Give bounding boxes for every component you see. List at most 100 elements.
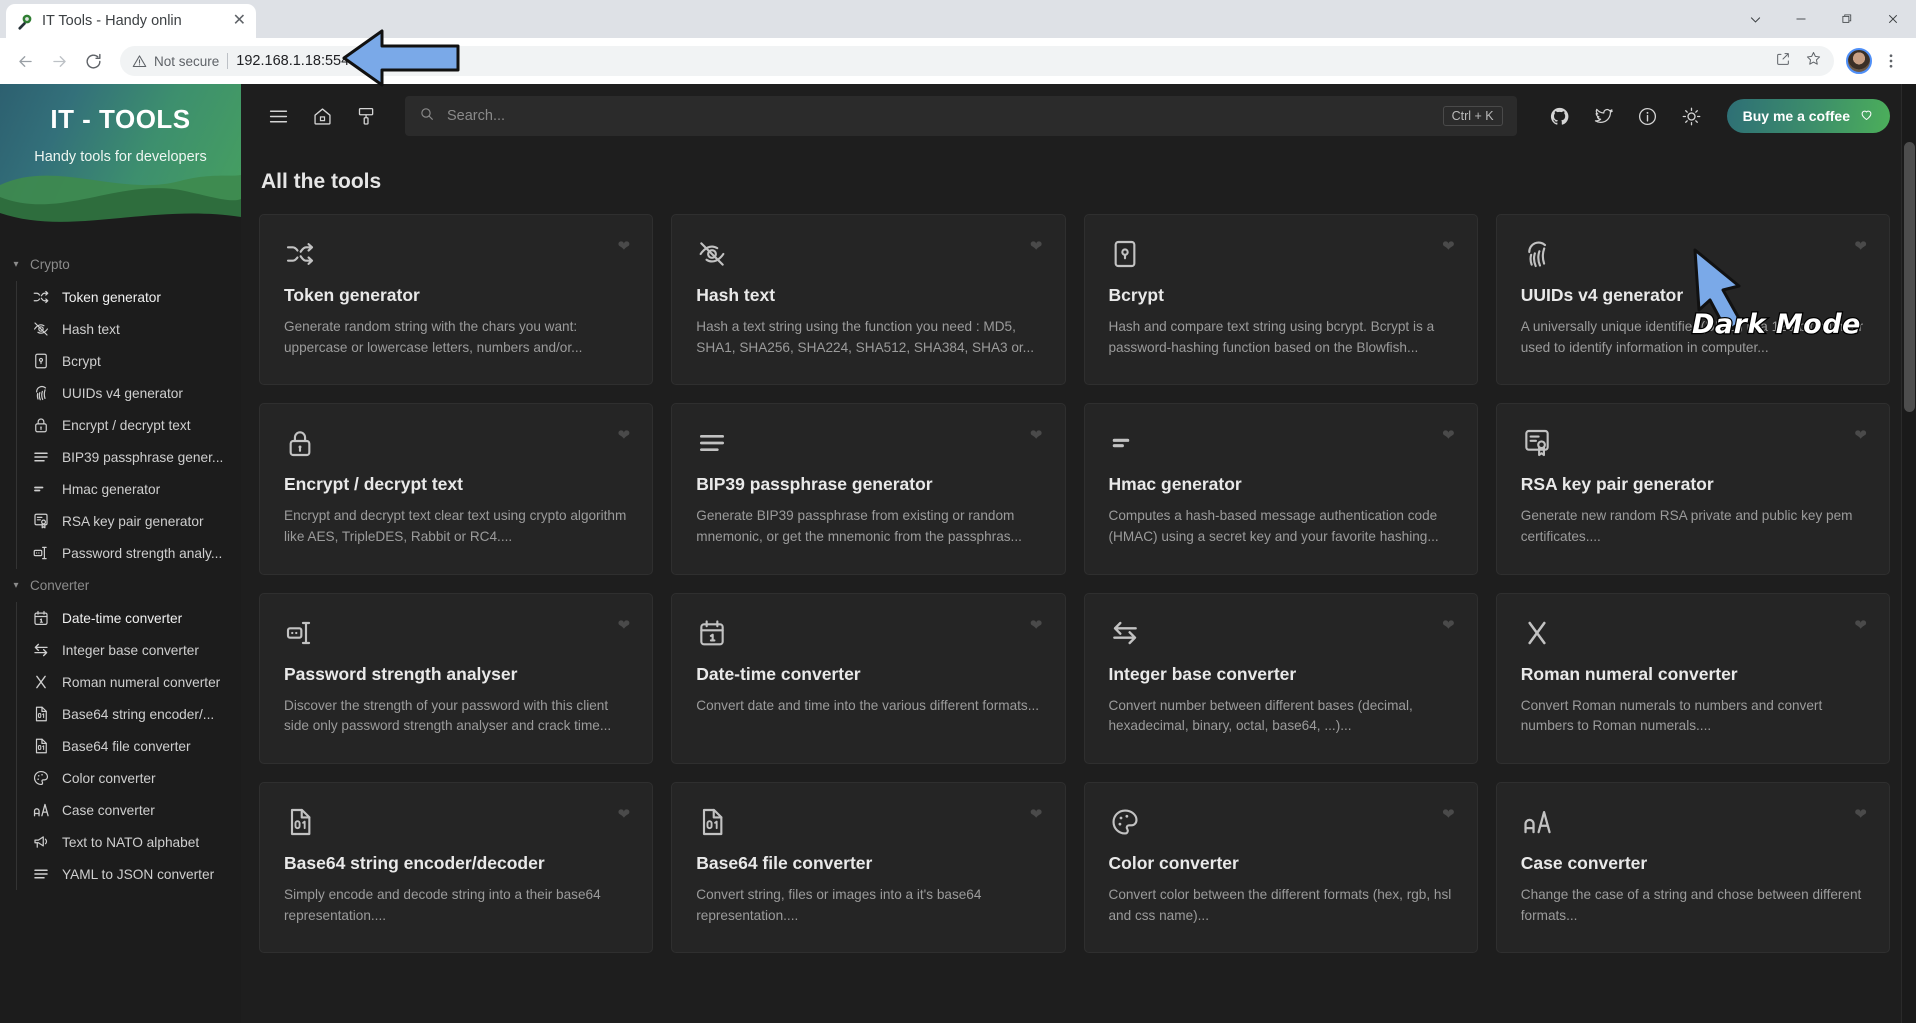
sidebar-item-hash-text[interactable]: Hash text [17,313,241,345]
favorite-heart-icon[interactable]: ❤ [1854,428,1867,443]
search-input[interactable]: Search... Ctrl + K [405,96,1517,136]
password-meter-icon [31,544,50,563]
sun-icon[interactable] [1673,97,1711,135]
tool-card[interactable]: ❤ Hash text Hash a text string using the f… [671,214,1066,386]
address-bar[interactable]: Not secure 192.168.1.18:5545 [120,46,1834,76]
sidebar-item-bip39-passphrase-gener[interactable]: BIP39 passphrase gener... [17,441,241,473]
sidebar-item-token-generator[interactable]: Token generator [17,281,241,313]
tool-card-description: Hash and compare text string using bcryp… [1108,319,1435,355]
tool-card[interactable]: ❤ Token generator Generate random string w… [259,214,654,386]
tool-card[interactable]: ❤ Roman numeral converter Convert Roman nu… [1495,592,1890,764]
sidebar-group-crypto[interactable]: ▾ Crypto [0,248,241,281]
info-icon[interactable] [1629,97,1667,135]
favorite-heart-icon[interactable]: ❤ [618,239,631,254]
tool-card[interactable]: ❤ Hmac generator Computes a hash-based mes… [1083,403,1478,575]
sidebar-item-color-converter[interactable]: Color converter [17,762,241,794]
dark-mode-label: Dark Mode [1691,308,1862,342]
sidebar-group-label: Converter [30,578,90,593]
tool-card[interactable]: ❤ Base64 file converter Convert string, fi… [671,781,1066,954]
reload-button[interactable] [78,46,108,76]
tool-card-title: Hmac generator [1108,474,1242,495]
favorite-heart-icon[interactable]: ❤ [1442,428,1455,443]
star-icon[interactable] [1805,50,1822,72]
hamburger-menu-icon[interactable] [259,97,297,135]
chevron-down-icon: ▾ [13,580,19,591]
close-icon[interactable]: ✕ [233,13,246,29]
sidebar-item-text-to-nato-alphabet[interactable]: Text to NATO alphabet [17,826,241,858]
favorite-heart-icon[interactable]: ❤ [1030,239,1043,254]
favorite-heart-icon[interactable]: ❤ [618,807,631,822]
topbar-icons: Buy me a coffee [1541,97,1890,135]
tool-card-description: Hash a text string using the function yo… [696,319,1035,355]
tool-card[interactable]: ❤ Encrypt / decrypt text Encrypt and decry… [259,403,654,575]
sidebar-item-yaml-to-json-converter[interactable]: YAML to JSON converter [17,858,241,890]
favorite-heart-icon[interactable]: ❤ [1030,807,1043,822]
tool-card[interactable]: ❤ RSA key pair generator Generate new rand… [1495,403,1890,575]
tool-card[interactable]: ❤ UUIDs v4 generator A universally unique … [1495,214,1890,386]
favorite-heart-icon[interactable]: ❤ [1030,618,1043,633]
favorite-heart-icon[interactable]: ❤ [1442,618,1455,633]
scrollbar-thumb[interactable] [1904,142,1915,412]
padlock-icon [31,416,50,435]
buy-me-a-coffee-button[interactable]: Buy me a coffee [1726,99,1890,133]
favorite-heart-icon[interactable]: ❤ [1442,807,1455,822]
security-indicator[interactable]: Not secure [132,54,219,69]
share-icon[interactable] [1775,51,1791,72]
shuffle-icon [31,288,50,307]
sidebar-item-uuids-v4-generator[interactable]: UUIDs v4 generator [17,377,241,409]
minimize-button[interactable] [1778,0,1824,38]
vertical-scrollbar[interactable] [1901,84,1916,1023]
lock-square-icon [31,352,50,371]
file-binary-icon [696,805,730,839]
sidebar-item-label: Hmac generator [62,481,161,497]
sidebar-item-case-converter[interactable]: Case converter [17,794,241,826]
sidebar-item-bcrypt[interactable]: Bcrypt [17,345,241,377]
tool-card-description: Generate new random RSA private and publ… [1520,508,1853,544]
home-icon[interactable] [303,97,341,135]
github-icon[interactable] [1541,97,1579,135]
tool-card[interactable]: ❤ Integer base converter Convert number be… [1083,592,1478,764]
sidebar-item-base64-string-encoder[interactable]: Base64 string encoder/... [17,698,241,730]
sidebar-item-roman-numeral-converter[interactable]: Roman numeral converter [17,666,241,698]
tool-card[interactable]: ❤ Base64 string encoder/decoder Simply enc… [259,781,654,954]
favorite-heart-icon[interactable]: ❤ [1854,618,1867,633]
sidebar-item-hmac-generator[interactable]: Hmac generator [17,473,241,505]
favorite-heart-icon[interactable]: ❤ [618,618,631,633]
favorite-heart-icon[interactable]: ❤ [1854,239,1867,254]
sidebar-item-label: Roman numeral converter [62,674,221,690]
sidebar-item-encrypt-decrypt-text[interactable]: Encrypt / decrypt text [17,409,241,441]
favorite-heart-icon[interactable]: ❤ [1442,239,1455,254]
tab-search-button[interactable] [1732,0,1778,38]
browser-tab[interactable]: IT Tools - Handy onlin ✕ [6,4,256,38]
sidebar-group-converter[interactable]: ▾ Converter [0,569,241,602]
tool-card[interactable]: ❤ Password strength analyser Discover the … [259,592,654,764]
sidebar-item-label: Token generator [62,289,161,305]
tool-card[interactable]: ❤ BIP39 passphrase generator Generate BIP3… [671,403,1066,575]
tool-card[interactable]: ❤ Color converter Convert color between th… [1083,781,1478,954]
back-button[interactable] [10,46,40,76]
twitter-icon[interactable] [1585,97,1623,135]
tool-card[interactable]: ❤ Date-time converter Convert date and tim… [671,592,1066,764]
favorite-heart-icon[interactable]: ❤ [1030,428,1043,443]
favorite-heart-icon[interactable]: ❤ [618,428,631,443]
forward-button[interactable] [44,46,74,76]
sidebar-item-integer-base-converter[interactable]: Integer base converter [17,634,241,666]
browser-menu-button[interactable] [1876,46,1906,76]
search-placeholder: Search... [447,108,506,124]
favorite-heart-icon[interactable]: ❤ [1854,807,1867,822]
close-window-button[interactable] [1870,0,1916,38]
hmac-icon [1109,426,1143,460]
sidebar-item-label: BIP39 passphrase gener... [62,449,224,465]
browser-toolbar: Not secure 192.168.1.18:5545 [0,38,1916,84]
sidebar-item-base64-file-converter[interactable]: Base64 file converter [17,730,241,762]
sidebar-item-date-time-converter[interactable]: Date-time converter [17,602,241,634]
tool-card[interactable]: ❤ Bcrypt Hash and compare text string usin… [1083,214,1478,386]
restore-button[interactable] [1824,0,1870,38]
tool-card[interactable]: ❤ Case converter Change the case of a stri… [1495,781,1890,954]
search-shortcut-badge: Ctrl + K [1442,106,1503,126]
profile-avatar[interactable] [1846,48,1872,74]
paint-brush-icon[interactable] [347,97,385,135]
sidebar-item-rsa-key-pair-generator[interactable]: RSA key pair generator [17,505,241,537]
url-text[interactable]: 192.168.1.18:5545 [236,53,1767,69]
sidebar-item-password-strength-analy[interactable]: Password strength analy... [17,537,241,569]
